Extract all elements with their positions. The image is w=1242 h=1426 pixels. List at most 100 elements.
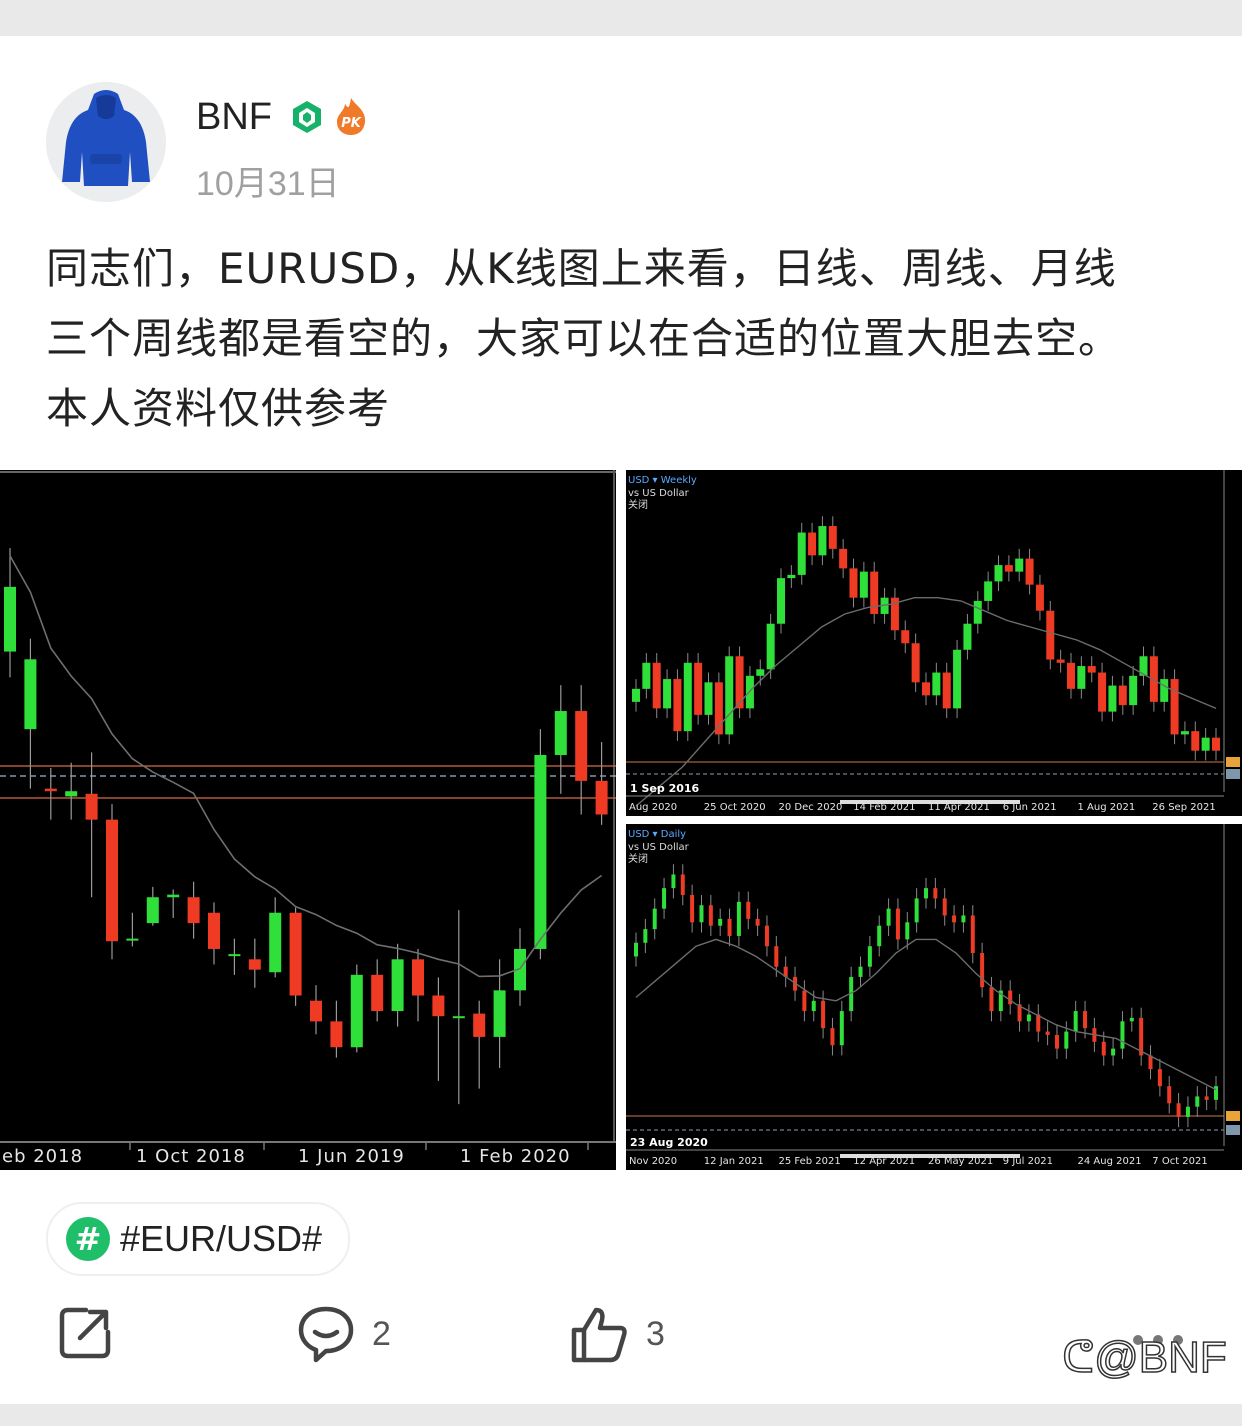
candle-body [391, 959, 404, 1012]
candle-body [787, 574, 796, 579]
candle-body [886, 908, 891, 926]
candle-body [867, 946, 872, 967]
candle-body [1120, 1021, 1125, 1049]
candle-body [1195, 1096, 1200, 1107]
candle-body [1180, 731, 1189, 735]
x-tick-label: 25 Feb 2021 [779, 1156, 841, 1167]
candle-body [269, 912, 282, 973]
candle-body [1176, 1103, 1181, 1117]
candle-body [727, 918, 732, 936]
chart-marker-label: 23 Aug 2020 [630, 1136, 708, 1149]
chart-image-weekly[interactable]: USD ▾ Weekly vs US Dollar 关闭 1 Sep 2016 … [626, 470, 1242, 816]
candle-body [952, 915, 957, 923]
price-tag [1226, 769, 1240, 779]
like-button[interactable]: 3 [568, 1304, 665, 1364]
candle [652, 653, 661, 719]
candle-body [1101, 1041, 1106, 1056]
candle-body [671, 874, 676, 889]
candle-body [662, 888, 667, 909]
candle-body [1118, 685, 1127, 706]
candle-body [452, 1016, 465, 1019]
username[interactable]: BNF [196, 96, 272, 139]
topic-tag[interactable]: # #EUR/USD# [46, 1202, 351, 1276]
watermark-text: @BNF [1093, 1332, 1227, 1383]
candle-body [554, 711, 567, 755]
post-text-line: 三个周线都是看空的，大家可以在合适的位置大胆去空。 [46, 314, 1122, 363]
chart-image-monthly[interactable]: eb 2018 1 Oct 2018 1 Jun 2019 1 Feb 2020 [0, 470, 616, 1170]
candle-body [44, 788, 57, 792]
candle-body [905, 922, 910, 940]
candle-body [877, 925, 882, 947]
post-body: 同志们，EURUSD，从K线图上来看，日线、周线、月线 三个周线都是看空的，大家… [46, 234, 1206, 444]
share-button[interactable] [56, 1304, 114, 1362]
x-tick-label: 1 Aug 2021 [1078, 802, 1136, 813]
candle-body [1064, 1031, 1069, 1049]
candle-body [699, 905, 704, 923]
candle-body [1170, 679, 1179, 735]
candle-body [914, 898, 919, 923]
candle-body [1201, 737, 1210, 751]
weibo-logo-icon: ᕦ [1061, 1332, 1095, 1383]
candle-body [989, 987, 994, 1012]
hashtag-icon: # [66, 1217, 110, 1261]
thumbs-up-icon [571, 1307, 627, 1363]
comment-button[interactable]: 2 [296, 1304, 391, 1364]
candle-body [839, 548, 848, 569]
x-tick-label: eb 2018 [2, 1146, 83, 1167]
candle [683, 653, 692, 741]
candle-body [24, 659, 37, 730]
candle-body [65, 791, 78, 797]
candle-body [811, 1000, 816, 1012]
x-tick-label: Nov 2020 [629, 1156, 677, 1167]
candle-body [924, 888, 928, 899]
chart-image-daily[interactable]: USD ▾ Daily vs US Dollar 关闭 23 Aug 2020 … [626, 824, 1242, 1170]
x-tick-label: 24 Aug 2021 [1078, 1156, 1142, 1167]
x-tick-label: 26 Sep 2021 [1152, 802, 1215, 813]
candle-body [412, 959, 424, 996]
x-tick-label: 11 Apr 2021 [928, 802, 990, 813]
x-tick-label: 14 Feb 2021 [853, 802, 915, 813]
candle-body [106, 819, 118, 942]
pk-fire-badge-icon: PK [337, 98, 366, 135]
candle-body [821, 1000, 826, 1029]
candle-body [690, 894, 695, 923]
candle-body [766, 623, 775, 670]
candle-body [1056, 659, 1065, 663]
candle-body [970, 915, 975, 954]
candle-body [493, 990, 506, 1037]
candle [735, 646, 744, 719]
candle-body [228, 954, 241, 957]
candle-body [432, 995, 445, 1017]
candle-body [208, 912, 220, 949]
candle-body [764, 925, 769, 947]
candlestick-chart-weekly: USD ▾ Weekly vs US Dollar 关闭 1 Sep 2016 … [626, 470, 1242, 816]
candle-body [1083, 1011, 1088, 1029]
candle-body [839, 1011, 844, 1046]
candle-body [828, 526, 837, 549]
candle-body [126, 938, 139, 941]
candle-body [1185, 1106, 1190, 1117]
candle-body [736, 901, 741, 936]
avatar[interactable] [46, 82, 166, 202]
candle-body [652, 908, 657, 930]
x-tick-label: 26 May 2021 [928, 1156, 993, 1167]
candle-body [980, 953, 985, 988]
candle-body [1026, 1014, 1031, 1022]
candle-body [248, 959, 261, 970]
chart-marker-label: 1 Sep 2016 [630, 782, 700, 795]
candle [714, 672, 723, 745]
chart-subtitle: vs US Dollar [628, 488, 690, 499]
candle-body [984, 581, 993, 601]
x-tick-label: 9 Jul 2021 [1003, 1156, 1053, 1167]
candle-body [725, 656, 734, 735]
candle-body [310, 1000, 322, 1022]
candle-body [1108, 685, 1117, 712]
share-icon [59, 1307, 111, 1359]
x-tick-label: 1 Oct 2018 [136, 1146, 246, 1167]
candle-body [694, 662, 703, 715]
candle-body [1045, 1031, 1050, 1035]
chart-title: USD ▾ Weekly [628, 475, 697, 486]
candle-body [1167, 1086, 1172, 1104]
candle-body [595, 780, 608, 815]
candle-body [642, 662, 651, 689]
